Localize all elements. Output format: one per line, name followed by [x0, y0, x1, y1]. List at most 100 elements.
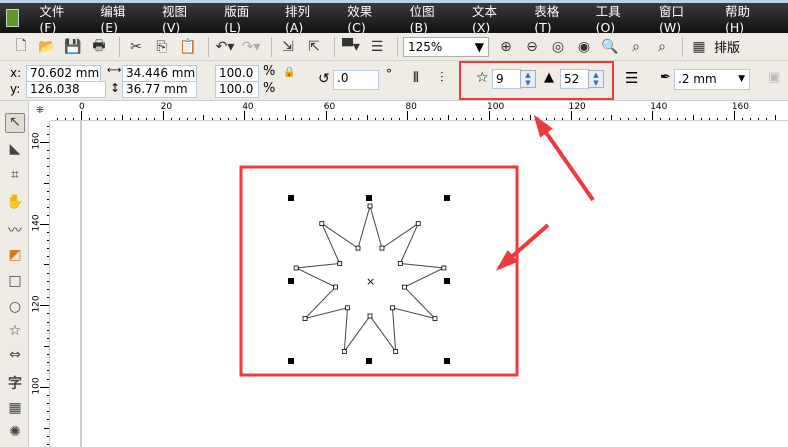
ruler-tick	[47, 125, 49, 127]
star-node[interactable]	[345, 305, 350, 311]
smart-fill-tool-icon[interactable]: ◩	[5, 247, 25, 267]
launcher-icon[interactable]: ▀▾	[340, 36, 362, 58]
star-node[interactable]	[397, 261, 403, 266]
menu-window[interactable]: 窗口(W)	[659, 1, 704, 35]
ruler-tick	[47, 403, 49, 405]
menu-help[interactable]: 帮助(H)	[725, 1, 767, 35]
crop-tool-icon[interactable]: ⌗	[5, 167, 25, 187]
layout-label[interactable]: 排版	[714, 37, 740, 56]
selection-handle[interactable]	[288, 195, 294, 201]
layout-icon[interactable]: ▦	[688, 36, 710, 58]
width-input[interactable]: 34.446 mm	[122, 65, 197, 82]
ruler-tick	[47, 394, 49, 396]
zoom-all-icon[interactable]: ◉	[573, 36, 595, 58]
selection-handle[interactable]	[288, 358, 294, 364]
scale-y-input[interactable]: 100.0	[215, 81, 259, 98]
ruler-tick	[619, 118, 621, 120]
y-position-input[interactable]: 126.038 mm	[26, 81, 106, 111]
mirror-vertical-icon[interactable]: ⫶	[440, 70, 444, 86]
menu-effects[interactable]: 效果(C)	[347, 1, 388, 35]
star-node[interactable]	[355, 245, 361, 251]
scale-x-input[interactable]: 100.0	[215, 65, 259, 82]
outline-width-select[interactable]: .2 mm ▼	[674, 69, 750, 90]
star-node[interactable]	[432, 316, 438, 321]
star-node[interactable]	[379, 245, 385, 251]
star-node[interactable]	[393, 349, 399, 354]
vertical-ruler[interactable]: 160 140 120 100	[30, 121, 50, 447]
star-node[interactable]	[319, 221, 325, 226]
ruler-tick	[570, 111, 572, 120]
wrap-text-icon[interactable]: ☰	[625, 69, 638, 87]
zoom-height-icon[interactable]: ⌕	[651, 36, 673, 58]
import-icon[interactable]: ⇲	[277, 36, 299, 58]
zoom-level-select[interactable]: 125% ▼	[403, 36, 489, 57]
menu-file[interactable]: 文件(F)	[39, 1, 79, 35]
x-position-input[interactable]: 70.602 mm	[26, 65, 101, 82]
mirror-horizontal-icon[interactable]: ⫴	[413, 70, 419, 86]
menu-layout[interactable]: 版面(L)	[224, 1, 264, 35]
ruler-origin-icon[interactable]: ⁜	[30, 101, 50, 121]
ruler-tick	[546, 118, 548, 120]
options-icon[interactable]: ☰	[366, 36, 388, 58]
selection-handle[interactable]	[444, 195, 450, 201]
menu-tools[interactable]: 工具(O)	[596, 1, 638, 35]
zoom-width-icon[interactable]: ⌕	[625, 36, 647, 58]
save-icon[interactable]: 💾	[62, 36, 84, 58]
interactive-tool-icon[interactable]: ✺	[5, 424, 25, 444]
star-tool-icon[interactable]: ☆	[5, 323, 25, 343]
print-icon[interactable]: 🖶	[88, 36, 110, 58]
star-node[interactable]	[402, 284, 407, 290]
convert-to-curves-icon[interactable]: ▣	[768, 70, 780, 85]
menu-arrange[interactable]: 排列(A)	[285, 1, 326, 35]
star-node[interactable]	[390, 305, 395, 311]
selection-handle[interactable]	[444, 278, 450, 284]
star-node[interactable]	[367, 203, 373, 209]
star-node[interactable]	[333, 284, 338, 290]
pick-tool-icon[interactable]: ↖	[5, 113, 25, 133]
shape-tool-icon[interactable]: ◣	[5, 141, 25, 161]
star-node[interactable]	[337, 261, 343, 266]
lock-ratio-icon[interactable]: 🔒	[283, 67, 295, 78]
paste-icon[interactable]: 📋	[177, 36, 199, 58]
open-icon[interactable]: 📂	[36, 36, 58, 58]
text-tool-icon[interactable]: 字	[5, 373, 25, 393]
copy-icon[interactable]: ⎘	[151, 36, 173, 58]
redo-icon[interactable]: ↷▾	[240, 36, 262, 58]
undo-icon[interactable]: ↶▾	[214, 36, 236, 58]
ruler-tick	[187, 118, 189, 120]
menu-table[interactable]: 表格(T)	[534, 1, 574, 35]
zoom-in-icon[interactable]: ⊕	[495, 36, 517, 58]
cut-icon[interactable]: ✂	[125, 36, 147, 58]
zoom-out-icon[interactable]: ⊖	[521, 36, 543, 58]
ruler-label: 160	[731, 102, 749, 112]
star-node[interactable]	[293, 265, 299, 271]
selection-handle[interactable]	[288, 278, 294, 284]
star-node[interactable]	[341, 349, 347, 354]
selection-handle[interactable]	[444, 358, 450, 364]
export-icon[interactable]: ⇱	[303, 36, 325, 58]
new-icon[interactable]: 🗋	[10, 36, 32, 58]
freehand-tool-icon[interactable]: 〰	[5, 220, 25, 240]
horizontal-ruler[interactable]: 0 20 40 60 80 100 120 140 160	[30, 101, 788, 121]
zoom-selected-icon[interactable]: ◎	[547, 36, 569, 58]
star-node[interactable]	[367, 313, 373, 319]
table-tool-icon[interactable]: ▦	[5, 400, 25, 420]
height-input[interactable]: 36.77 mm	[122, 81, 197, 98]
arrow-shapes-tool-icon[interactable]: ⇔	[5, 347, 25, 367]
rotation-input[interactable]: .0	[333, 70, 379, 90]
pan-tool-icon[interactable]: ✋	[5, 194, 25, 214]
menu-edit[interactable]: 编辑(E)	[100, 1, 141, 35]
ellipse-tool-icon[interactable]: ○	[5, 299, 25, 319]
star-shape[interactable]	[294, 204, 446, 354]
selection-handle[interactable]	[366, 195, 372, 201]
star-node[interactable]	[415, 221, 421, 226]
menu-view[interactable]: 视图(V)	[162, 1, 203, 35]
selection-handle[interactable]	[366, 358, 372, 364]
menu-text[interactable]: 文本(X)	[472, 1, 513, 35]
zoom-page-icon[interactable]: 🔍	[599, 36, 621, 58]
rectangle-tool-icon[interactable]: □	[5, 273, 25, 293]
menu-bitmaps[interactable]: 位图(B)	[410, 1, 451, 35]
ruler-tick	[47, 166, 49, 168]
star-node[interactable]	[302, 316, 308, 321]
star-node[interactable]	[441, 265, 447, 271]
